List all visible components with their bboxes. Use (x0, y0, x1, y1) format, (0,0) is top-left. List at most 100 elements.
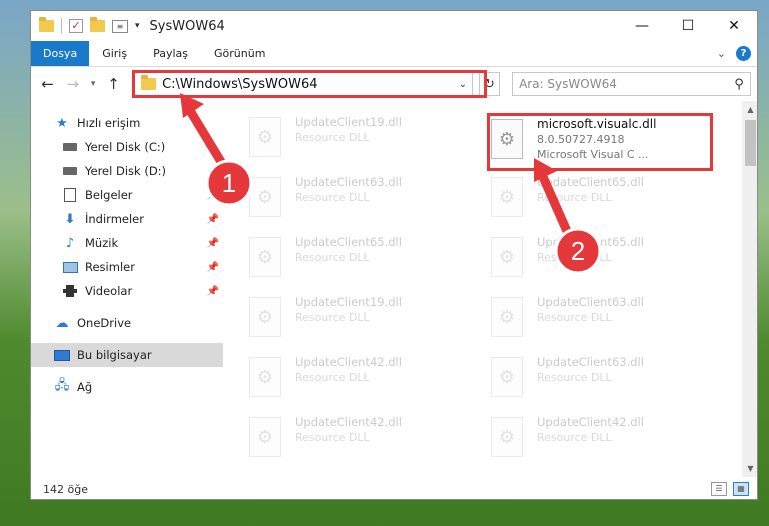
navigation-pane: ★ Hızlı erişim Yerel Disk (C:) Yerel Dis… (31, 101, 223, 477)
view-switcher: ☰ ▦ (711, 482, 757, 496)
file-type: Resource DLL (295, 371, 370, 384)
sidebar-item-downloads[interactable]: ⬇ İndirmeler 📌 (31, 207, 223, 231)
details-view-icon[interactable]: ☰ (711, 482, 727, 496)
search-icon[interactable]: ⚲ (728, 77, 750, 92)
checkmark-icon[interactable]: ✓ (69, 19, 83, 33)
recent-locations-icon[interactable]: ▾ (87, 73, 99, 95)
dll-file-icon: ⚙ (249, 357, 281, 397)
sidebar-item-label: Videolar (85, 284, 133, 298)
pin-icon[interactable]: 📌 (207, 286, 219, 297)
tab-file[interactable]: Dosya (31, 41, 90, 66)
file-list: ⚙ UpdateClient19.dll Resource DLL ⚙ Upda… (223, 101, 757, 477)
documents-icon (61, 188, 79, 202)
file-type: Resource DLL (295, 431, 370, 444)
properties-icon[interactable]: ≡ (112, 19, 128, 33)
pin-icon[interactable]: 📌 (207, 238, 219, 249)
sidebar-item-label: Belgeler (85, 188, 133, 202)
tab-share[interactable]: Paylaş (140, 41, 201, 66)
sidebar-item-documents[interactable]: Belgeler 📌 (31, 183, 223, 207)
file-type: Resource DLL (537, 371, 612, 384)
list-item[interactable]: ⚙ UpdateClient42.dll Resource DLL (491, 415, 721, 471)
file-type: Resource DLL (537, 431, 612, 444)
download-icon: ⬇ (64, 211, 76, 227)
scroll-up-icon[interactable]: ▲ (742, 101, 757, 118)
pin-icon[interactable]: 📌 (207, 262, 219, 273)
sidebar-item-label: Yerel Disk (D:) (85, 164, 167, 178)
dll-file-icon: ⚙ (491, 237, 523, 277)
dll-file-icon: ⚙ (249, 117, 281, 157)
vertical-scrollbar[interactable]: ▲ ▼ (742, 101, 757, 477)
scroll-down-icon[interactable]: ▼ (742, 460, 757, 477)
sidebar-item-network[interactable]: 🖧 Ağ (31, 375, 223, 399)
sidebar-item-label: Resimler (85, 260, 135, 274)
folder-icon[interactable] (39, 17, 54, 32)
customize-toolbar-icon[interactable]: ▾ (135, 21, 140, 31)
file-type: Resource DLL (537, 251, 612, 264)
ribbon-tabs: Dosya Giriş Paylaş Görünüm ⌄ ? (31, 41, 757, 67)
sidebar-item-videos[interactable]: Videolar 📌 (31, 279, 223, 303)
file-type: Resource DLL (537, 311, 612, 324)
up-arrow-icon[interactable]: ↑ (103, 73, 124, 95)
list-item[interactable]: ⚙ UpdateClient65.dll Resource DLL (491, 235, 721, 291)
file-name: UpdateClient19.dll (295, 295, 402, 309)
folder-icon (141, 75, 157, 90)
expand-ribbon-icon[interactable]: ⌄ (717, 47, 726, 60)
ribbon-right: ⌄ ? (717, 41, 757, 66)
sidebar-item-disk-d[interactable]: Yerel Disk (D:) (31, 159, 223, 183)
pin-icon[interactable]: 📌 (207, 190, 219, 201)
file-name: UpdateClient65.dll (537, 235, 644, 249)
sidebar-item-pictures[interactable]: Resimler 📌 (31, 255, 223, 279)
list-item[interactable]: ⚙ UpdateClient65.dll Resource DLL (249, 235, 479, 291)
file-name: UpdateClient19.dll (295, 115, 402, 129)
sidebar-item-this-pc[interactable]: Bu bilgisayar (31, 343, 223, 367)
file-name: UpdateClient65.dll (537, 175, 644, 189)
list-item[interactable]: ⚙ UpdateClient19.dll Resource DLL (249, 115, 479, 171)
chevron-down-icon[interactable]: ⌄ (454, 79, 472, 90)
status-bar: 142 öğe ☰ ▦ (31, 477, 757, 499)
computer-icon (53, 349, 71, 361)
file-type: Resource DLL (537, 191, 612, 204)
sidebar-item-disk-c[interactable]: Yerel Disk (C:) (31, 135, 223, 159)
address-bar[interactable]: C:\Windows\SysWOW64 ⌄ (132, 70, 488, 98)
forward-arrow-icon[interactable]: → (62, 73, 83, 95)
refresh-icon[interactable]: ↻ (478, 72, 501, 96)
help-icon[interactable]: ? (736, 46, 751, 61)
dll-file-icon: ⚙ (249, 237, 281, 277)
explorer-window: ✓ ≡ ▾ SysWOW64 — ☐ ✕ Dosya Giriş Paylaş … (30, 10, 758, 500)
address-path[interactable]: C:\Windows\SysWOW64 (162, 77, 454, 92)
sidebar-item-label: Hızlı erişim (77, 116, 141, 130)
list-item[interactable]: ⚙ UpdateClient63.dll Resource DLL (491, 355, 721, 411)
tab-view[interactable]: Görünüm (201, 41, 278, 66)
list-item[interactable]: ⚙ UpdateClient63.dll Resource DLL (249, 175, 479, 231)
list-item[interactable]: ⚙ UpdateClient42.dll Resource DLL (249, 415, 479, 471)
search-placeholder: Ara: SysWOW64 (519, 77, 617, 91)
file-name: UpdateClient63.dll (537, 355, 644, 369)
tiles-view-icon[interactable]: ▦ (733, 482, 749, 496)
file-name: UpdateClient65.dll (295, 235, 402, 249)
maximize-button[interactable]: ☐ (665, 11, 711, 41)
file-name: UpdateClient42.dll (295, 415, 402, 429)
close-button[interactable]: ✕ (711, 11, 757, 41)
new-folder-icon[interactable] (90, 17, 105, 32)
sidebar-item-label: Yerel Disk (C:) (85, 140, 166, 154)
list-item[interactable]: ⚙ UpdateClient63.dll Resource DLL (491, 295, 721, 351)
minimize-button[interactable]: — (619, 11, 665, 41)
dll-file-icon: ⚙ (491, 417, 523, 457)
network-icon: 🖧 (54, 378, 70, 393)
toolbar-separator (61, 18, 62, 34)
sidebar-item-onedrive[interactable]: ☁ OneDrive (31, 311, 223, 335)
sidebar-item-music[interactable]: ♪ Müzik 📌 (31, 231, 223, 255)
search-input[interactable]: Ara: SysWOW64 ⚲ (512, 72, 752, 96)
back-arrow-icon[interactable]: ← (37, 73, 58, 95)
list-item[interactable]: ⚙ UpdateClient65.dll Resource DLL (491, 175, 721, 231)
videos-icon (61, 285, 79, 297)
file-name: UpdateClient63.dll (295, 175, 402, 189)
list-item[interactable]: ⚙ UpdateClient19.dll Resource DLL (249, 295, 479, 351)
dll-file-icon: ⚙ (249, 417, 281, 457)
list-item[interactable]: ⚙ UpdateClient42.dll Resource DLL (249, 355, 479, 411)
scrollbar-thumb[interactable] (745, 120, 756, 166)
cloud-icon: ☁ (55, 315, 69, 331)
pin-icon[interactable]: 📌 (207, 214, 219, 225)
sidebar-item-quick-access[interactable]: ★ Hızlı erişim (31, 111, 223, 135)
tab-home[interactable]: Giriş (89, 41, 140, 66)
